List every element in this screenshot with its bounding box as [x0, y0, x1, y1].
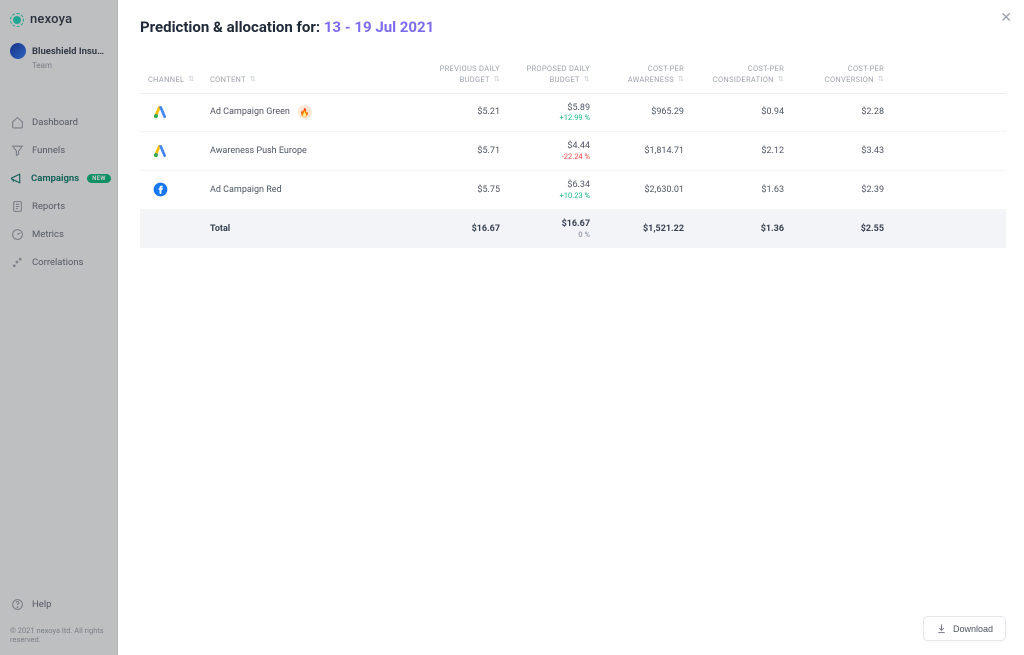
- total-consideration: $1.36: [684, 224, 784, 234]
- gauge-icon: [10, 227, 24, 241]
- help-label: Help: [32, 599, 51, 610]
- delta: +10.23 %: [560, 191, 590, 200]
- prev-budget: $5.21: [410, 107, 500, 117]
- fire-icon: 🔥: [298, 105, 312, 119]
- table-row[interactable]: Ad Campaign Green 🔥 $5.21$5.89+12.99 %$965…: [140, 94, 1006, 133]
- main-panel: ✕ Prediction & allocation for: 13 - 19 J…: [118, 0, 1024, 655]
- total-awareness: $1,521.22: [590, 224, 684, 234]
- download-icon: [936, 623, 947, 634]
- nav-campaigns[interactable]: Campaigns NEW: [0, 164, 117, 192]
- sort-icon: ⇅: [878, 75, 884, 84]
- org-name: Blueshield Insuran…: [32, 46, 107, 57]
- content-cell: Ad Campaign Green 🔥: [210, 105, 410, 119]
- prev-budget: $5.71: [410, 146, 500, 156]
- help-icon: [10, 598, 24, 612]
- channel-cell: [148, 104, 210, 120]
- cp-consideration: $1.63: [684, 185, 784, 195]
- facebook-icon: [152, 182, 168, 198]
- col-cp-conversion[interactable]: COST-PERCONVERSION⇅: [784, 64, 884, 85]
- col-prev-budget[interactable]: PREVIOUS DAILYBUDGET⇅: [410, 64, 500, 85]
- nav-metrics[interactable]: Metrics: [0, 220, 117, 248]
- sidebar: nexoya Blueshield Insuran… Team Dashboar…: [0, 0, 118, 655]
- help-link[interactable]: Help: [10, 594, 107, 616]
- cp-conversion: $2.28: [784, 107, 884, 117]
- download-button[interactable]: Download: [923, 616, 1006, 641]
- cp-consideration: $0.94: [684, 107, 784, 117]
- cp-awareness: $1,814.71: [590, 146, 684, 156]
- total-conversion: $2.55: [784, 224, 884, 234]
- prev-budget: $5.75: [410, 185, 500, 195]
- table-row[interactable]: Ad Campaign Red $5.75$6.34+10.23 %$2,630.…: [140, 171, 1006, 210]
- brand-mark-icon: [10, 13, 24, 27]
- sort-icon: ⇅: [188, 75, 194, 84]
- title-prefix: Prediction & allocation for:: [140, 18, 324, 36]
- nav-reports[interactable]: Reports: [0, 192, 117, 220]
- delta: -22.24 %: [562, 152, 590, 161]
- col-cp-awareness[interactable]: COST-PERAWARENESS⇅: [590, 64, 684, 85]
- channel-cell: [148, 182, 210, 198]
- content-label: Ad Campaign Red: [210, 185, 282, 195]
- brand-logo[interactable]: nexoya: [0, 0, 117, 37]
- nav-funnels-label: Funnels: [32, 145, 65, 156]
- content-cell: Ad Campaign Red: [210, 185, 410, 195]
- cp-conversion: $2.39: [784, 185, 884, 195]
- sidebar-footer: Help © 2021 nexoya ltd. All rights reser…: [0, 584, 117, 655]
- channel-cell: [148, 143, 210, 159]
- google-ads-icon: [152, 104, 168, 120]
- cp-consideration: $2.12: [684, 146, 784, 156]
- content-cell: Awareness Push Europe: [210, 146, 410, 156]
- prop-budget: $5.89+12.99 %: [500, 103, 590, 123]
- org-switcher[interactable]: Blueshield Insuran…: [0, 37, 117, 61]
- table-header: CHANNEL⇅ CONTENT⇅ PREVIOUS DAILYBUDGET⇅ …: [140, 64, 1006, 94]
- table-total-row: Total $16.67 $16.67 0 % $1,521.22 $1.36 …: [140, 210, 1006, 248]
- nav: Dashboard Funnels Campaigns NEW Reports …: [0, 82, 117, 276]
- nav-funnels[interactable]: Funnels: [0, 136, 117, 164]
- prop-budget: $4.44-22.24 %: [500, 141, 590, 161]
- cp-conversion: $3.43: [784, 146, 884, 156]
- sort-icon: ⇅: [250, 75, 256, 84]
- col-cp-consideration[interactable]: COST-PERCONSIDERATION⇅: [684, 64, 784, 85]
- cp-awareness: $2,630.01: [590, 185, 684, 195]
- megaphone-icon: [10, 171, 23, 185]
- close-icon[interactable]: ✕: [1000, 10, 1012, 26]
- download-label: Download: [953, 624, 993, 634]
- page-title: Prediction & allocation for: 13 - 19 Jul…: [140, 18, 1006, 36]
- prop-budget: $6.34+10.23 %: [500, 180, 590, 200]
- col-channel[interactable]: CHANNEL⇅: [148, 64, 210, 85]
- org-plan: Team: [0, 61, 117, 82]
- home-icon: [10, 115, 24, 129]
- delta: +12.99 %: [560, 113, 590, 122]
- org-avatar-icon: [10, 43, 26, 59]
- nav-campaigns-label: Campaigns: [31, 173, 79, 184]
- brand-name: nexoya: [30, 12, 72, 27]
- scatter-icon: [10, 255, 24, 269]
- col-prop-budget[interactable]: PROPOSED DAILYBUDGET⇅: [500, 64, 590, 85]
- funnel-icon: [10, 143, 24, 157]
- cp-awareness: $965.29: [590, 107, 684, 117]
- table-row[interactable]: Awareness Push Europe$5.71$4.44-22.24 %$…: [140, 132, 1006, 171]
- title-date-range: 13 - 19 Jul 2021: [324, 18, 434, 36]
- nav-reports-label: Reports: [32, 201, 65, 212]
- total-prev: $16.67: [410, 224, 500, 234]
- allocation-table: CHANNEL⇅ CONTENT⇅ PREVIOUS DAILYBUDGET⇅ …: [140, 64, 1006, 248]
- google-ads-icon: [152, 143, 168, 159]
- nav-correlations-label: Correlations: [32, 257, 83, 268]
- nav-new-badge: NEW: [87, 174, 111, 183]
- nav-dashboard-label: Dashboard: [32, 117, 78, 128]
- copyright: © 2021 nexoya ltd. All rights reserved.: [10, 616, 107, 646]
- nav-metrics-label: Metrics: [32, 229, 64, 240]
- nav-correlations[interactable]: Correlations: [0, 248, 117, 276]
- document-icon: [10, 199, 24, 213]
- content-label: Awareness Push Europe: [210, 146, 307, 156]
- total-delta: 0 %: [578, 230, 590, 239]
- nav-dashboard[interactable]: Dashboard: [0, 108, 117, 136]
- content-label: Ad Campaign Green: [210, 107, 290, 117]
- total-prop: $16.67 0 %: [500, 219, 590, 239]
- col-content[interactable]: CONTENT⇅: [210, 64, 410, 85]
- total-label: Total: [210, 224, 410, 234]
